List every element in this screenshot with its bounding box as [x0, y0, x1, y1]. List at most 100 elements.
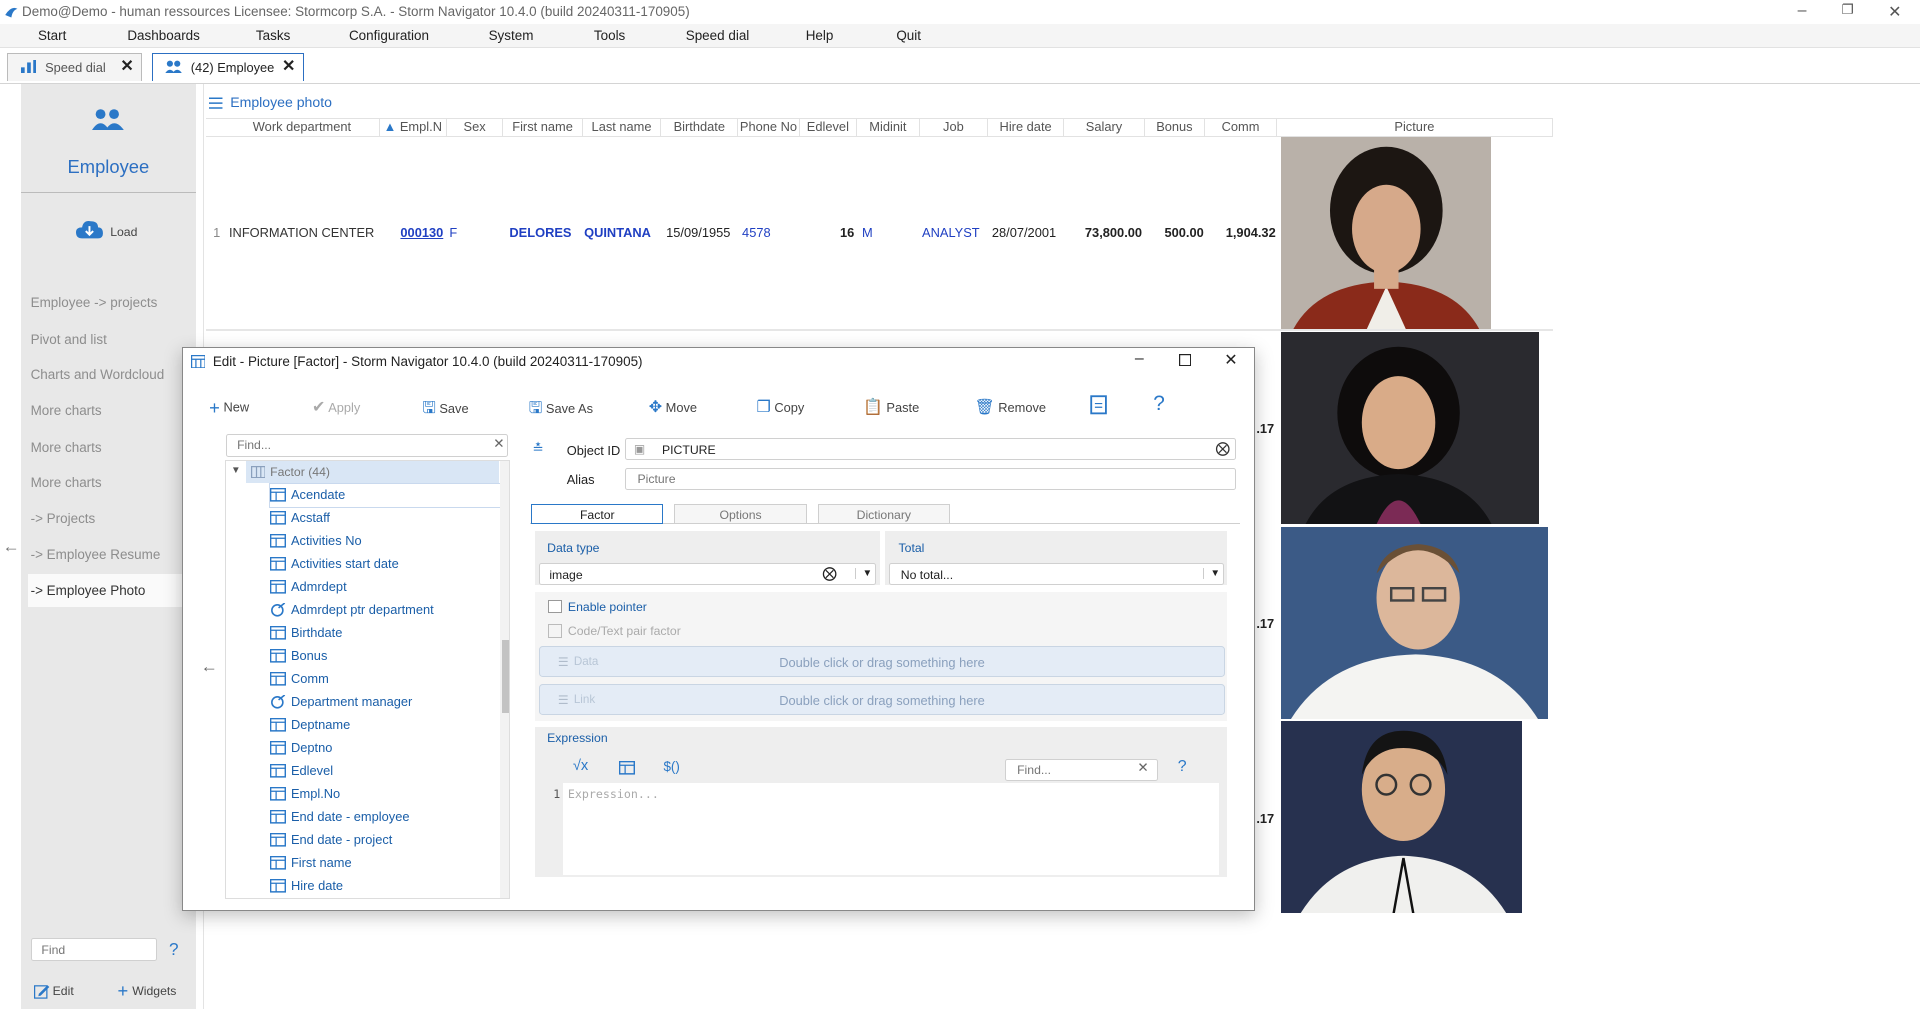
col-sex[interactable]: Sex	[447, 118, 504, 136]
help-icon[interactable]: ?	[1153, 392, 1165, 416]
col-last-name[interactable]: Last name	[583, 118, 662, 136]
menu-start[interactable]: Start	[38, 28, 66, 43]
variable-icon[interactable]: $()	[663, 759, 679, 774]
total-select[interactable]: No total... ▼	[888, 563, 1225, 586]
tab-close-icon[interactable]: ✕	[282, 56, 295, 76]
tree-item-empl-no[interactable]: Empl.No	[270, 784, 509, 807]
expression-editor[interactable]: 1 Expression...	[553, 783, 1220, 876]
dialog-maximize-icon[interactable]	[1178, 353, 1192, 366]
edit-button[interactable]: Edit	[34, 983, 83, 1000]
clear-icon[interactable]: ⨂	[822, 565, 837, 582]
data-type-select[interactable]: image ⨂ ▼	[538, 563, 877, 586]
col-work-department[interactable]: Work department	[225, 118, 380, 136]
tree-item-admrdept-ptr-department[interactable]: Admrdept ptr department	[270, 600, 509, 623]
back-arrow-icon[interactable]: ←	[201, 656, 218, 677]
load-button[interactable]: Load	[75, 220, 149, 242]
menu-help[interactable]: Help	[806, 28, 834, 43]
tree-item-bonus[interactable]: Bonus	[270, 646, 509, 669]
menu-speed-dial[interactable]: Speed dial	[686, 28, 750, 43]
col-midinit[interactable]: Midinit	[857, 118, 920, 136]
tree-item-hire-date[interactable]: Hire date	[270, 876, 509, 898]
tree-item-acstaff[interactable]: Acstaff	[270, 507, 509, 530]
data-drop-zone[interactable]: ☰ Data Double click or drag something he…	[538, 646, 1226, 677]
widgets-button[interactable]: + Widgets	[118, 980, 191, 1001]
empl-no-link[interactable]: 000130	[400, 225, 443, 240]
save-button[interactable]: 🖫 Save	[422, 397, 468, 424]
sidebar-item-more-charts-3[interactable]: More charts	[31, 475, 102, 490]
tree-item-deptname[interactable]: Deptname	[270, 715, 509, 738]
collapse-left-icon[interactable]: ←	[2, 536, 19, 557]
col-comm[interactable]: Comm	[1205, 118, 1278, 136]
tree-item-birthdate[interactable]: Birthdate	[270, 623, 509, 646]
clear-icon[interactable]: ✕	[493, 436, 504, 452]
paste-button[interactable]: 📋 Paste	[863, 397, 919, 417]
tree-item-activities-start-date[interactable]: Activities start date	[270, 553, 509, 576]
tree-item-admrdept[interactable]: Admrdept	[270, 577, 509, 600]
dialog-close-icon[interactable]: ✕	[1224, 350, 1237, 370]
col-edlevel[interactable]: Edlevel	[800, 118, 858, 136]
col-job[interactable]: Job	[920, 118, 989, 136]
menu-tasks[interactable]: Tasks	[256, 28, 290, 43]
sidebar-find-input[interactable]	[30, 937, 157, 962]
tree-item-edlevel[interactable]: Edlevel	[270, 761, 509, 784]
col-birthdate[interactable]: Birthdate	[661, 118, 739, 136]
tab-factor[interactable]: Factor	[531, 504, 664, 524]
sidebar-item-more-charts-2[interactable]: More charts	[31, 440, 102, 455]
tree-item-department-manager[interactable]: Department manager	[270, 692, 509, 715]
tree-item-first-name[interactable]: First name	[270, 853, 509, 876]
chevron-down-icon[interactable]: ▼	[855, 567, 872, 579]
col-salary[interactable]: Salary	[1064, 118, 1145, 136]
enable-pointer-checkbox[interactable]	[548, 599, 562, 614]
tree-item-end-date-employee[interactable]: End date - employee	[270, 807, 509, 830]
menu-quit[interactable]: Quit	[896, 28, 921, 43]
table-icon[interactable]	[619, 761, 636, 775]
collapse-icon[interactable]: ≛	[532, 441, 543, 457]
tab-options[interactable]: Options	[674, 504, 807, 524]
apply-button[interactable]: ✔ Apply	[312, 397, 360, 417]
remove-button[interactable]: 🗑 Remove	[974, 397, 1046, 417]
tree-find-input[interactable]	[226, 434, 508, 457]
new-button[interactable]: + New	[209, 397, 249, 419]
col-first-name[interactable]: First name	[503, 118, 583, 136]
alias-input[interactable]	[625, 467, 1237, 490]
save-as-button[interactable]: 🖫 Save As	[529, 397, 593, 424]
tree-scrollbar[interactable]	[500, 461, 510, 898]
dialog-minimize-icon[interactable]: –	[1135, 350, 1144, 368]
tab-dictionary[interactable]: Dictionary	[817, 504, 950, 524]
menu-tools[interactable]: Tools	[594, 28, 625, 43]
col-phone-no[interactable]: Phone No	[738, 118, 800, 136]
restore-icon[interactable]: ❐	[1842, 2, 1854, 18]
expression-find-input[interactable]	[1005, 758, 1159, 781]
code-text-pair-checkbox[interactable]	[548, 624, 562, 638]
chevron-down-icon[interactable]: ▼	[1203, 567, 1220, 579]
col-empl-no[interactable]: ▲ Empl.N	[380, 118, 447, 136]
clear-icon[interactable]: ✕	[1137, 760, 1148, 776]
tree-item-deptno[interactable]: Deptno	[270, 738, 509, 761]
sidebar-item-employee-resume[interactable]: -> Employee Resume	[31, 547, 161, 562]
close-icon[interactable]: ✕	[1888, 2, 1901, 22]
tree-item-comm[interactable]: Comm	[270, 669, 509, 692]
link-drop-zone[interactable]: ☰ Link Double click or drag something he…	[538, 684, 1226, 715]
sidebar-item-charts-wordcloud[interactable]: Charts and Wordcloud	[31, 367, 165, 382]
tree-item-end-date-project[interactable]: End date - project	[270, 830, 509, 853]
tab-speed-dial[interactable]: Speed dial ✕	[7, 52, 143, 81]
col-hire-date[interactable]: Hire date	[988, 118, 1065, 136]
sidebar-item-more-charts-1[interactable]: More charts	[31, 403, 102, 418]
help-icon[interactable]: ?	[1178, 758, 1187, 776]
caret-down-icon[interactable]: ▼	[231, 465, 241, 476]
copy-button[interactable]: ❐ Copy	[757, 397, 805, 417]
clear-icon[interactable]: ⨂	[1215, 440, 1230, 457]
sidebar-item-employee-projects[interactable]: Employee -> projects	[31, 295, 158, 310]
export-icon[interactable]	[1089, 395, 1107, 415]
tree-item-acendate[interactable]: Acendate	[269, 483, 510, 509]
menu-dashboards[interactable]: Dashboards	[127, 28, 200, 43]
help-icon[interactable]: ?	[169, 939, 179, 960]
tab-employee[interactable]: (42) Employee ✕	[151, 52, 304, 81]
menu-configuration[interactable]: Configuration	[349, 28, 429, 43]
sidebar-item-projects[interactable]: -> Projects	[31, 511, 96, 526]
object-id-field[interactable]: ▣ PICTURE ⨂	[625, 438, 1237, 461]
sidebar-item-pivot-list[interactable]: Pivot and list	[31, 332, 107, 347]
menu-icon[interactable]	[209, 97, 223, 109]
move-button[interactable]: ✥ Move	[649, 397, 697, 417]
tab-close-icon[interactable]: ✕	[120, 56, 133, 76]
